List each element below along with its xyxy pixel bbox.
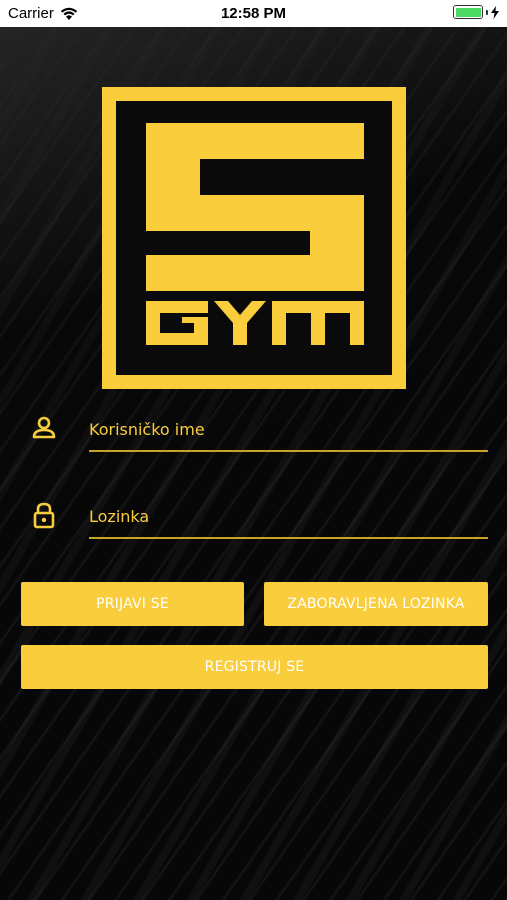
logo-wordmark-gym <box>146 301 364 345</box>
password-input[interactable] <box>89 495 488 539</box>
login-screen: PRIJAVI SE ZABORAVLJENA LOZINKA REGISTRU… <box>0 27 507 900</box>
gym-logo <box>102 87 406 389</box>
lock-icon <box>33 502 55 529</box>
charging-bolt-icon <box>491 5 499 19</box>
logo-letter-s <box>146 123 364 291</box>
status-bar: Carrier 12:58 PM <box>0 0 507 27</box>
clock: 12:58 PM <box>220 5 287 22</box>
battery-indicator <box>453 5 499 19</box>
username-field-row <box>30 408 488 452</box>
login-button[interactable]: PRIJAVI SE <box>21 582 244 626</box>
battery-level <box>455 7 481 17</box>
battery-tip <box>486 9 488 15</box>
person-icon <box>32 416 56 439</box>
forgot-password-button[interactable]: ZABORAVLJENA LOZINKA <box>264 582 488 626</box>
logo-mark <box>146 123 364 345</box>
logo-inner-frame <box>116 101 392 375</box>
register-button[interactable]: REGISTRUJ SE <box>21 645 488 689</box>
battery-icon <box>453 5 483 19</box>
password-field-row <box>30 495 488 539</box>
username-input[interactable] <box>89 408 488 452</box>
